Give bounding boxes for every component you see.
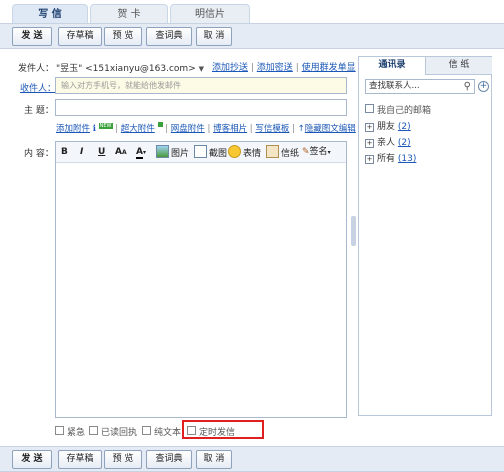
expand-icon[interactable]: +: [365, 155, 374, 164]
blog-photos-link[interactable]: 博客相片: [213, 124, 247, 134]
sender-value: "昱玉" <151xianyu@163.com>: [56, 64, 196, 74]
tab-postcard[interactable]: 明信片: [170, 4, 250, 24]
add-bcc-link[interactable]: 添加密送: [257, 63, 293, 73]
expand-icon[interactable]: +: [365, 123, 374, 132]
picture-icon: [156, 145, 169, 158]
sender-links: 添加抄送 | 添加密送 | 使用群发单显: [212, 63, 356, 73]
huge-attachment-link[interactable]: 超大附件: [121, 124, 155, 134]
font-size-icon[interactable]: AA: [115, 145, 127, 159]
send-button-bottom[interactable]: 发 送: [12, 450, 52, 469]
urgent-label: 紧急: [67, 428, 86, 438]
save-draft-button-bottom[interactable]: 存草稿: [58, 450, 102, 469]
group-count[interactable]: (2): [398, 138, 411, 148]
search-icon[interactable]: ⚲: [464, 80, 471, 93]
netdisk-attachment-link[interactable]: 网盘附件: [171, 124, 205, 134]
content-label: 内 容：: [24, 149, 54, 159]
group-all[interactable]: + 所有 (13): [365, 151, 416, 164]
signature-tool[interactable]: ✎签名▾: [302, 145, 331, 159]
contacts-panel: 通讯录 信 纸 查找联系人... ⚲ + 我自己的邮箱 + 朋友 (2) + 亲人 …: [358, 56, 492, 416]
recipient-label[interactable]: 收件人：: [20, 81, 56, 94]
person-icon: [365, 104, 374, 113]
scheduled-send-label: 定时发信: [199, 428, 236, 438]
emoticon-tool-label: 表情: [243, 149, 262, 159]
hide-rich-editor-link[interactable]: 隐藏图文编辑: [305, 124, 356, 134]
subject-input[interactable]: [55, 99, 347, 116]
read-receipt-checkbox[interactable]: [89, 426, 98, 435]
emoticon-tool[interactable]: 表情: [228, 145, 261, 159]
my-mailbox-item[interactable]: 我自己的邮箱: [365, 103, 431, 116]
signature-tool-label: 签名: [309, 147, 328, 157]
cancel-button[interactable]: 取 消: [196, 27, 232, 46]
collapse-handle[interactable]: [351, 216, 356, 246]
picture-tool-label: 图片: [171, 149, 190, 159]
contact-search-input[interactable]: 查找联系人... ⚲: [365, 79, 475, 94]
bold-icon[interactable]: B: [61, 145, 68, 159]
expand-icon[interactable]: +: [365, 139, 374, 148]
group-name: 亲人: [377, 138, 396, 148]
cancel-button-bottom[interactable]: 取 消: [196, 450, 232, 469]
send-button[interactable]: 发 送: [12, 27, 52, 46]
subject-label: 主 题：: [24, 106, 54, 116]
save-draft-button[interactable]: 存草稿: [58, 27, 102, 46]
underline-icon[interactable]: U: [98, 145, 105, 159]
plain-text-label: 纯文本: [154, 428, 182, 438]
screenshot-tool[interactable]: 截图: [194, 145, 227, 159]
preview-button[interactable]: 预 览: [104, 27, 142, 46]
tab-write-letter[interactable]: 写 信: [12, 4, 88, 24]
smiley-icon: [228, 145, 241, 158]
scheduled-send-checkbox[interactable]: [187, 426, 196, 435]
stationery-icon: [266, 145, 279, 158]
italic-icon[interactable]: I: [80, 145, 83, 159]
urgent-checkbox[interactable]: [55, 426, 64, 435]
bottom-toolbar: 发 送 存草稿 预 览 查词典 取 消: [0, 446, 504, 472]
screenshot-tool-label: 截图: [209, 149, 228, 159]
plain-text-checkbox[interactable]: [142, 426, 151, 435]
add-cc-link[interactable]: 添加抄送: [212, 63, 248, 73]
new-badge: NEW: [98, 123, 113, 129]
stationery-tool[interactable]: 信纸: [266, 145, 299, 159]
preview-button-bottom[interactable]: 预 览: [104, 450, 142, 469]
add-contact-icon[interactable]: +: [478, 81, 489, 92]
picture-tool[interactable]: 图片: [156, 145, 189, 159]
group-name: 所有: [377, 154, 396, 164]
dictionary-button-bottom[interactable]: 查词典: [146, 450, 192, 469]
group-count[interactable]: (13): [398, 154, 416, 164]
editor-toolbar: B I U AA A▾ 图片 截图 表情 信纸 ✎签名▾: [56, 142, 346, 163]
up-arrow-icon: ↑: [297, 124, 305, 134]
tab-stationery[interactable]: 信 纸: [425, 57, 492, 75]
sender-label: 发件人：: [18, 64, 55, 74]
info-icon: ℹ: [92, 124, 96, 134]
group-family[interactable]: + 亲人 (2): [365, 135, 411, 148]
read-receipt-label: 已读回执: [101, 428, 138, 438]
stationery-tool-label: 信纸: [281, 149, 300, 159]
add-attachment-link[interactable]: 添加附件: [56, 124, 90, 134]
my-mailbox-label: 我自己的邮箱: [377, 106, 432, 116]
recipient-label-link[interactable]: 收件人：: [20, 84, 56, 94]
tab-greeting-card[interactable]: 贺 卡: [90, 4, 168, 24]
recipient-placeholder: 输入对方手机号，就能给他发邮件: [61, 81, 181, 90]
recipient-input[interactable]: 输入对方手机号，就能给他发邮件: [55, 77, 347, 94]
font-color-icon[interactable]: A▾: [136, 145, 146, 159]
dropdown-arrow-icon: ▼: [198, 65, 205, 73]
dictionary-button[interactable]: 查词典: [146, 27, 192, 46]
group-send-link[interactable]: 使用群发单显: [302, 63, 356, 73]
pen-icon: ✎: [302, 147, 310, 157]
screenshot-icon: [194, 145, 207, 158]
sender-select[interactable]: "昱玉" <151xianyu@163.com> ▼: [56, 61, 204, 74]
content-editor[interactable]: B I U AA A▾ 图片 截图 表情 信纸 ✎签名▾: [55, 141, 347, 418]
chevron-down-icon: ▾: [327, 149, 331, 156]
letter-template-link[interactable]: 写信模板: [255, 124, 289, 134]
group-name: 朋友: [377, 122, 396, 132]
attachment-links: 添加附件 ℹ NEW | 超大附件 | 网盘附件 | 博客相片 | 写信模板 |…: [56, 122, 356, 134]
group-friends[interactable]: + 朋友 (2): [365, 119, 411, 132]
contact-search-placeholder: 查找联系人...: [369, 81, 420, 91]
top-toolbar: 发 送 存草稿 预 览 查词典 取 消: [0, 23, 504, 49]
tab-contacts[interactable]: 通讯录: [359, 57, 425, 74]
group-count[interactable]: (2): [398, 122, 411, 132]
new-tag-icon: [157, 122, 163, 127]
